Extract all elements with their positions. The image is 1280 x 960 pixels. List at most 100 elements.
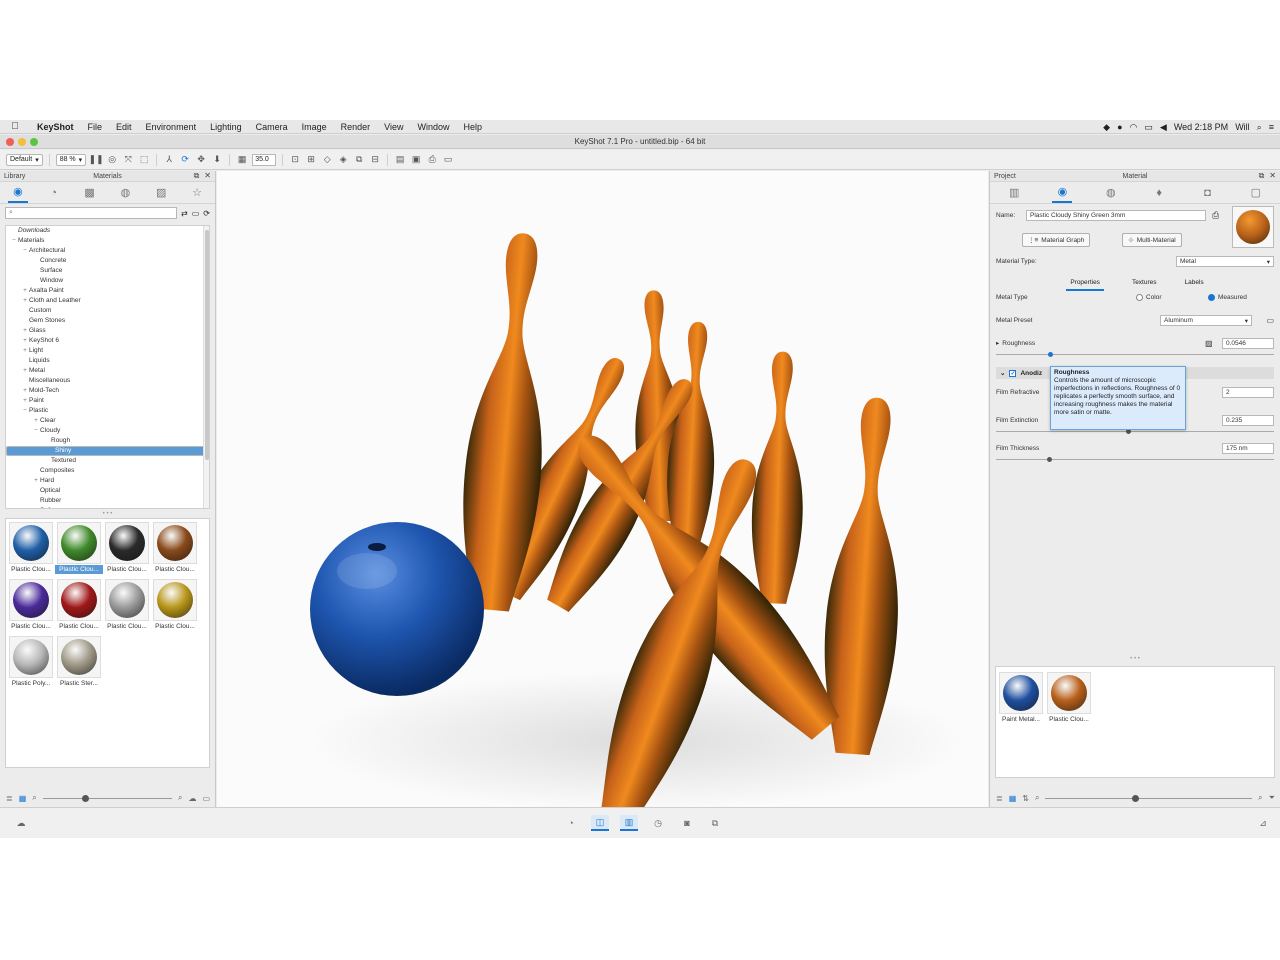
tree-item[interactable]: + Clear [6,416,209,426]
tree-item[interactable]: Window [6,276,209,286]
tab-textures[interactable]: Textures [1132,279,1157,291]
collapse-icon[interactable]: − [32,426,40,436]
expand-icon[interactable]: + [21,336,29,346]
menu-help[interactable]: Help [457,122,490,132]
tree-item[interactable]: + KeyShot 6 [6,336,209,346]
zoom-in-icon[interactable]: ⌕ [1258,793,1262,803]
texture-map-icon[interactable]: ▨ [1205,339,1213,348]
tree-item[interactable]: +Soft [6,506,209,508]
anodized-checkbox[interactable]: ✓ [1009,369,1017,377]
tree-item[interactable]: Custom [6,306,209,316]
expand-arrow-icon[interactable]: ▸ [996,339,999,347]
tree-item[interactable]: Rough [6,436,209,446]
lock-camera-icon[interactable]: ◇ [321,154,333,166]
tree-item[interactable]: + Hard [6,476,209,486]
expand-icon[interactable]: + [32,416,40,426]
film-extinction-slider[interactable] [996,429,1274,434]
textures-tab-icon[interactable]: ▩ [80,183,100,203]
realtime-viewport[interactable] [217,171,988,807]
region-icon[interactable]: ⤧ [122,154,134,166]
tree-item[interactable]: Textured [6,456,209,466]
tree-item[interactable]: Concrete [6,256,209,266]
expand-icon[interactable]: + [21,326,29,336]
colors-tab-icon[interactable]: ◔ [44,183,64,203]
tree-item[interactable]: Shiny [6,446,209,456]
zoom-in-icon[interactable]: ⌕ [178,793,182,803]
material-thumbnail[interactable]: Plastic Poly... [7,635,55,691]
menu-window[interactable]: Window [411,122,457,132]
status-icon[interactable]: ● [1117,122,1122,132]
tree-item[interactable]: + Axalta Paint [6,286,209,296]
roughness-input[interactable]: 0.0546 [1222,337,1274,349]
preset-select[interactable]: Default ▾ [6,153,43,166]
environments-tab-icon[interactable]: ◍ [115,183,135,203]
tree-item[interactable]: + Cloth and Leather [6,296,209,306]
refresh-icon[interactable]: ⟳ [203,209,210,218]
menu-edit[interactable]: Edit [109,122,139,132]
tree-item[interactable]: Surface [6,266,209,276]
environment-tab-icon[interactable]: ◍ [1101,183,1121,203]
tree-item[interactable]: + Light [6,346,209,356]
film-thickness-slider[interactable] [996,457,1274,462]
menu-environment[interactable]: Environment [139,122,204,132]
tree-item[interactable]: Downloads [6,226,209,236]
library-toggle-icon[interactable]: ◫ [591,815,609,831]
scene-tab-icon[interactable]: ▥ [1004,183,1024,203]
tree-item[interactable]: Gem Stones [6,316,209,326]
tree-scrollbar[interactable] [203,226,209,508]
radio-measured[interactable]: Measured [1208,293,1247,301]
float-icon[interactable]: ⧉ [1259,171,1265,181]
material-thumbnail[interactable]: Plastic Clou... [151,578,199,634]
save-material-icon[interactable]: ⎙ [1212,210,1219,221]
keyshotvr-icon[interactable]: ◙ [678,815,696,831]
expand-icon[interactable]: + [32,506,40,508]
rotate-icon[interactable]: ⟳ [179,154,191,166]
tree-item[interactable]: + Glass [6,326,209,336]
roughness-slider[interactable] [996,352,1274,357]
tab-properties[interactable]: Properties [1066,279,1104,291]
material-thumbnail[interactable]: Plastic Clou... [1045,671,1093,727]
collapse-icon[interactable]: ⌄ [1000,369,1005,377]
backplates-tab-icon[interactable]: ▨ [151,183,171,203]
render-icon[interactable]: ▣ [410,154,422,166]
material-thumbnail[interactable]: Plastic Clou... [151,521,199,577]
workflow-icon[interactable]: ⅄ [163,154,175,166]
material-thumbnail[interactable]: Paint Metal... [997,671,1045,727]
folder-icon[interactable]: ▭ [202,794,210,803]
tree-item[interactable]: + Paint [6,396,209,406]
menu-list-icon[interactable]: ≡ [1269,122,1274,132]
tree-item[interactable]: − Cloudy [6,426,209,436]
pause-icon[interactable]: ❚❚ [89,154,104,166]
display-icon[interactable]: ▭ [1144,122,1153,133]
apple-icon[interactable]:  [0,121,30,132]
image-tab-icon[interactable]: ▢ [1246,183,1266,203]
lighting-tab-icon[interactable]: ♦ [1149,183,1169,203]
list-view-icon[interactable]: ≣ [6,794,13,803]
tree-item[interactable]: Liquids [6,356,209,366]
material-thumbnail[interactable]: Plastic Clou... [103,521,151,577]
library-folder-icon[interactable]: ▭ [192,209,200,218]
film-extinction-input[interactable]: 0.235 [1222,415,1274,426]
animation-icon[interactable]: ◷ [649,815,667,831]
menu-image[interactable]: Image [295,122,334,132]
volume-icon[interactable]: ◀ [1160,122,1167,133]
screenshot-icon[interactable]: ⧉ [353,154,365,166]
zoom-out-icon[interactable]: ⌕ [1035,793,1039,803]
expand-icon[interactable]: + [32,476,40,486]
list-view-icon[interactable]: ≣ [996,794,1003,803]
library-search-input[interactable]: ⌕ [5,207,178,219]
material-thumbnail[interactable]: Plastic Ster... [55,635,103,691]
wifi-icon[interactable]: ◠ [1130,122,1138,133]
menu-app[interactable]: KeyShot [30,122,81,132]
radio-color[interactable]: Color [1136,293,1162,301]
panel-splitter[interactable]: • • • [990,656,1280,663]
clock[interactable]: Wed 2:18 PM [1174,122,1228,132]
user-name[interactable]: Will [1235,122,1250,132]
tree-item[interactable]: Composites [6,466,209,476]
expand-icon[interactable]: + [21,396,29,406]
collapse-icon[interactable]: − [10,236,18,246]
library-view-icon[interactable]: ⇄ [181,209,188,218]
grid-view-icon[interactable]: ▦ [1009,794,1017,803]
menu-lighting[interactable]: Lighting [203,122,249,132]
expand-icon[interactable]: + [21,346,29,356]
